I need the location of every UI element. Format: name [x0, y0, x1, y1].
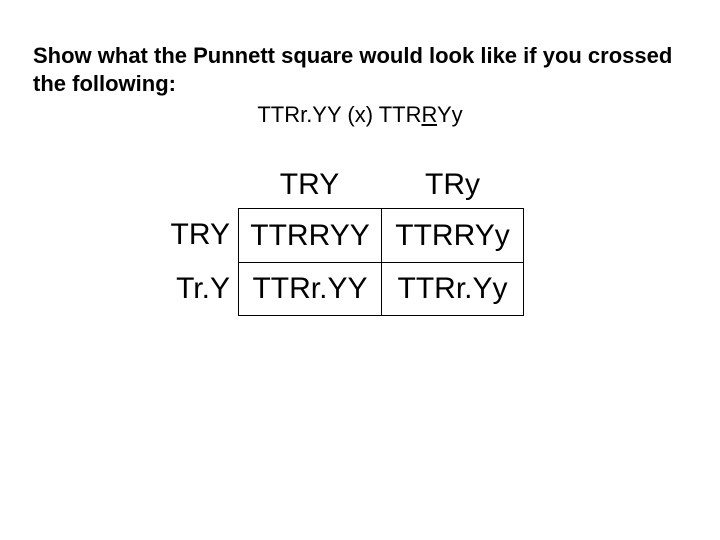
column-headers: TRY TRy: [238, 168, 524, 208]
cross-prefix: TTRr.YY (x) TTR: [257, 102, 421, 127]
instruction-text: Show what the Punnett square would look …: [33, 42, 695, 97]
col-header-1: TRY: [238, 168, 381, 208]
punnett-grid: TRY TTRRYY TTRRYy Tr.Y TTRr.YY TTRr.Yy: [158, 208, 524, 316]
cross-underlined: R: [422, 102, 438, 127]
punnett-square: TRY TRy TRY TTRRYY TTRRYy Tr.Y TTRr.YY T…: [158, 168, 524, 316]
cell-r2c1: TTRr.YY: [238, 262, 381, 316]
cell-r2c2: TTRr.Yy: [381, 262, 524, 316]
cross-suffix: Yy: [437, 102, 463, 127]
cross-notation: TTRr.YY (x) TTRRYy: [0, 102, 720, 128]
row-label-2: Tr.Y: [158, 262, 238, 316]
col-header-2: TRy: [381, 168, 524, 208]
cell-r1c1: TTRRYY: [238, 208, 381, 262]
row-label-1: TRY: [158, 208, 238, 262]
cell-r1c2: TTRRYy: [381, 208, 524, 262]
